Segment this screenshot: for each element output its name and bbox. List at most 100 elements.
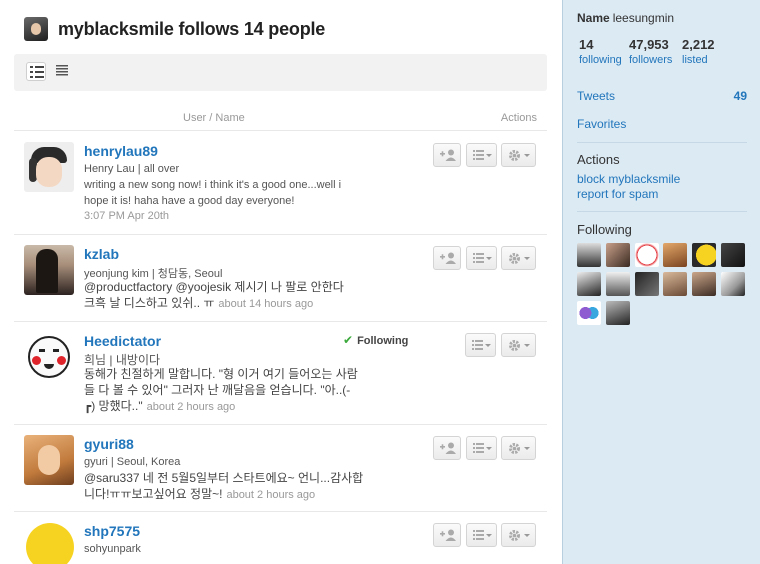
following-avatar[interactable] — [692, 243, 716, 267]
follow-button[interactable] — [433, 523, 461, 547]
report-spam-link[interactable]: report for spam — [577, 187, 658, 201]
user-screen-name[interactable]: kzlab — [84, 246, 119, 262]
user-row: gyuri88 gyuri | Seoul, Korea @saru337 네 … — [14, 425, 547, 512]
tweets-link[interactable]: Tweets — [577, 89, 615, 103]
following-avatar[interactable] — [635, 272, 659, 296]
add-person-icon — [440, 149, 456, 161]
user-avatar[interactable] — [24, 245, 74, 295]
user-screen-name[interactable]: shp7575 — [84, 523, 140, 539]
user-actions-button[interactable] — [501, 333, 536, 357]
user-row: Heedictator ✔ Following 희님 | 내방이다 동해가 친절하… — [14, 322, 547, 425]
favorites-link[interactable]: Favorites — [577, 117, 626, 131]
following-avatar[interactable] — [606, 272, 630, 296]
following-avatar[interactable] — [606, 301, 630, 325]
column-actions: Actions — [500, 112, 537, 124]
follow-button[interactable] — [433, 436, 461, 460]
user-name-location: Henry Lau | all over — [84, 163, 180, 175]
user-name-location: gyuri | Seoul, Korea — [84, 456, 181, 468]
user-screen-name[interactable]: Heedictator — [84, 333, 161, 349]
lists-menu-button[interactable] — [466, 523, 497, 547]
gear-icon — [509, 443, 530, 454]
user-screen-name[interactable]: gyuri88 — [84, 436, 134, 452]
list-view-button[interactable] — [26, 62, 46, 81]
block-user-link[interactable]: block myblacksmile — [577, 172, 680, 186]
user-avatar[interactable] — [24, 435, 74, 485]
gear-icon — [509, 253, 530, 264]
following-heading: Following — [577, 222, 632, 237]
lists-menu-button[interactable] — [466, 436, 497, 460]
tweet-time[interactable]: about 14 hours ago — [218, 298, 313, 310]
lists-menu-button[interactable] — [466, 246, 497, 270]
following-stat[interactable]: 14 following — [579, 37, 622, 66]
following-label: Following — [357, 335, 409, 347]
view-toggle-bar — [14, 54, 547, 91]
following-status: ✔ Following — [343, 333, 408, 347]
profile-sidebar: Name leesungmin 14 following 47,953 follo… — [562, 0, 760, 564]
lists-menu-button[interactable] — [465, 333, 496, 357]
following-avatar[interactable] — [692, 272, 716, 296]
latest-tweet: @saru337 네 전 5월5일부터 스타트에요~ 언니...감사합니다!ㅠㅠ… — [84, 470, 369, 503]
page-title: myblacksmile follows 14 people — [58, 18, 326, 39]
following-avatar[interactable] — [577, 243, 601, 267]
lists-menu-icon — [472, 340, 491, 350]
tweet-time[interactable]: about 2 hours ago — [147, 401, 236, 413]
following-avatar[interactable] — [606, 243, 630, 267]
sidebar-profile-name: Name leesungmin — [577, 11, 674, 25]
following-avatar[interactable] — [577, 272, 601, 296]
check-icon: ✔ — [343, 333, 354, 347]
following-avatar[interactable] — [635, 243, 659, 267]
follow-button[interactable] — [433, 246, 461, 270]
column-user-name: User / Name — [183, 112, 245, 124]
profile-avatar[interactable] — [24, 17, 48, 41]
listed-count: 2,212 — [682, 37, 715, 52]
latest-tweet: 동해가 친절하게 말합니다. "형 이거 여기 들어오는 사람들 다 볼 수 있… — [84, 366, 364, 415]
gear-icon — [509, 340, 530, 351]
user-row: kzlab yeonjung kim | 청담동, Seoul @product… — [14, 235, 547, 322]
add-person-icon — [440, 529, 456, 541]
following-stat-label: following — [579, 54, 622, 66]
following-avatar[interactable] — [577, 301, 601, 325]
listed-stat-label: listed — [682, 54, 708, 66]
lists-menu-icon — [473, 253, 492, 263]
user-row: henrylau89 Henry Lau | all over writing … — [14, 132, 547, 235]
user-actions-button[interactable] — [501, 143, 536, 167]
lists-menu-button[interactable] — [466, 143, 497, 167]
user-avatar[interactable] — [24, 521, 74, 564]
compact-view-icon — [56, 65, 68, 76]
listed-stat[interactable]: 2,212 listed — [682, 37, 715, 66]
following-avatar[interactable] — [721, 243, 745, 267]
user-actions-button[interactable] — [501, 246, 536, 270]
column-header: User / Name Actions — [14, 106, 547, 131]
latest-tweet: @productfactory @yoojesik 제시기 나 팔로 안한다 크… — [84, 279, 354, 312]
lists-menu-icon — [473, 530, 492, 540]
actions-heading: Actions — [577, 152, 620, 167]
add-person-icon — [440, 252, 456, 264]
user-screen-name[interactable]: henrylau89 — [84, 143, 158, 159]
sidebar-divider — [577, 142, 747, 143]
name-label: Name — [577, 11, 610, 25]
add-person-icon — [440, 442, 456, 454]
tweet-time[interactable]: about 2 hours ago — [226, 489, 315, 501]
gear-icon — [509, 530, 530, 541]
user-avatar[interactable] — [24, 142, 74, 192]
following-avatar[interactable] — [721, 272, 745, 296]
user-avatar[interactable] — [24, 332, 74, 382]
following-avatar[interactable] — [663, 272, 687, 296]
tweets-count[interactable]: 49 — [734, 89, 747, 103]
compact-view-button[interactable] — [52, 62, 72, 81]
tweet-text: @saru337 네 전 5월5일부터 스타트에요~ 언니...감사합니다!ㅠㅠ… — [84, 471, 364, 501]
profile-name: leesungmin — [612, 11, 675, 25]
gear-icon — [509, 150, 530, 161]
following-avatar[interactable] — [663, 243, 687, 267]
user-actions-button[interactable] — [501, 523, 536, 547]
tweet-time[interactable]: 3:07 PM Apr 20th — [84, 210, 169, 222]
following-count: 14 — [579, 37, 594, 52]
user-actions-button[interactable] — [501, 436, 536, 460]
followers-stat[interactable]: 47,953 followers — [629, 37, 672, 66]
followers-count: 47,953 — [629, 37, 669, 52]
follow-button[interactable] — [433, 143, 461, 167]
lists-menu-icon — [473, 150, 492, 160]
user-name-location: sohyunpark — [84, 543, 141, 555]
main-column: myblacksmile follows 14 people User / Na… — [0, 0, 562, 564]
list-view-icon — [30, 66, 44, 78]
